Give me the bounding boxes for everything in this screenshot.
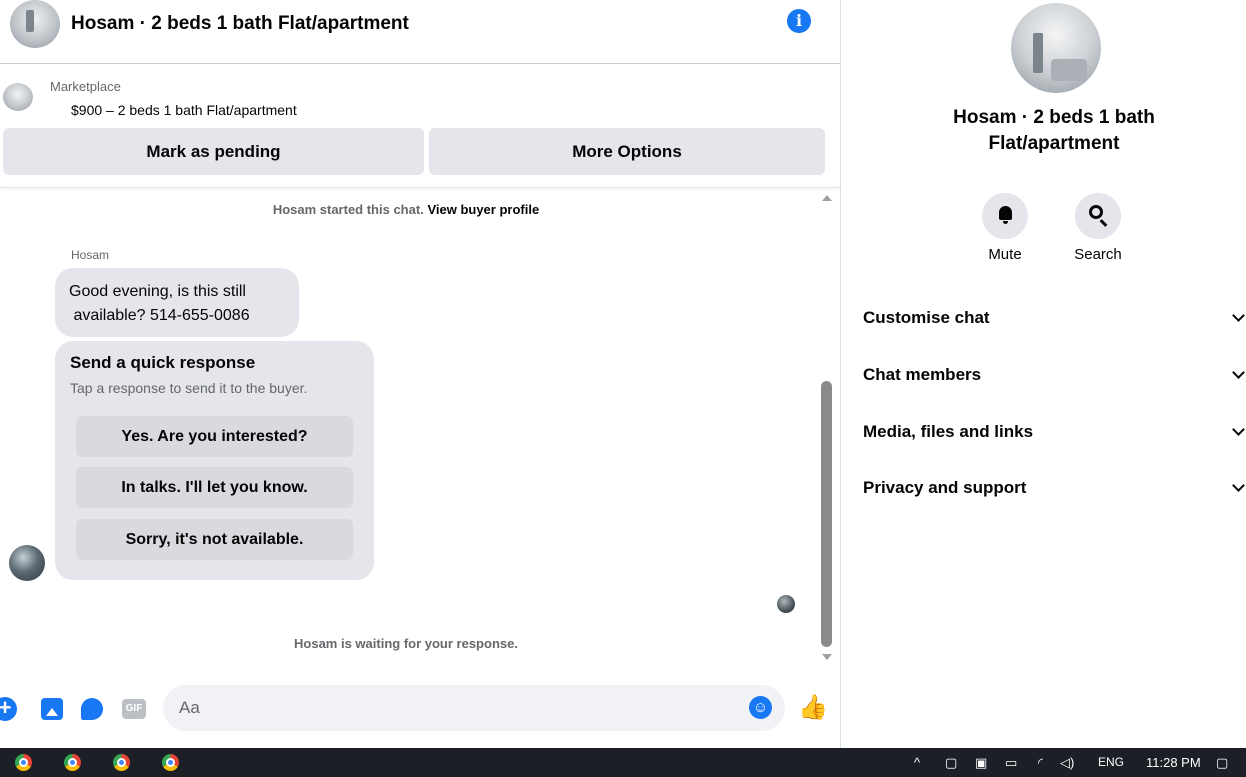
header-divider [0, 187, 840, 188]
message-input[interactable] [163, 685, 785, 731]
quick-response-interested[interactable]: Yes. Are you interested? [76, 416, 353, 457]
listing-price-title[interactable]: $900 – 2 beds 1 bath Flat/apartment [71, 102, 297, 118]
chrome-taskbar-icon[interactable] [162, 754, 179, 771]
chrome-taskbar-icon[interactable] [15, 754, 32, 771]
scroll-down-arrow[interactable] [822, 654, 832, 660]
section-label: Media, files and links [863, 422, 1034, 441]
buyer-avatar[interactable] [9, 545, 45, 581]
message-composer: + GIF ☺ 👍 [0, 684, 840, 736]
chat-header: Hosam · 2 beds 1 bath Flat/apartment i [0, 0, 840, 64]
seen-receipt-avatar [777, 595, 795, 613]
view-buyer-profile-link[interactable]: View buyer profile [427, 202, 539, 217]
quick-response-subtitle: Tap a response to send it to the buyer. [70, 380, 308, 396]
section-privacy-support[interactable]: Privacy and support [863, 468, 1245, 508]
quick-response-in-talks[interactable]: In talks. I'll let you know. [76, 467, 353, 508]
mute-label: Mute [988, 246, 1022, 263]
message-line-2: available? 514-655-0086 [69, 307, 250, 324]
clock[interactable]: 11:28 PM [1146, 754, 1201, 771]
quick-response-title: Send a quick response [70, 353, 256, 372]
notifications-icon[interactable]: ▢ [1216, 754, 1228, 771]
messenger-app: Hosam · 2 beds 1 bath Flat/apartment i M… [0, 0, 1246, 748]
chrome-taskbar-icon[interactable] [113, 754, 130, 771]
quick-response-not-available[interactable]: Sorry, it's not available. [76, 519, 353, 560]
chat-started-notice: Hosam started this chat. View buyer prof… [0, 202, 812, 217]
chevron-down-icon [1232, 423, 1245, 436]
message-line-1: Good evening, is this still [69, 283, 246, 300]
battery-icon[interactable]: ▭ [1005, 754, 1017, 771]
chat-title[interactable]: Hosam · 2 beds 1 bath Flat/apartment [71, 13, 409, 35]
section-label: Customise chat [863, 308, 990, 327]
windows-taskbar: ^ ▢ ▣ ▭ ◜ ◁) ENG 11:28 PM ▢ [0, 748, 1246, 777]
details-title: Hosam · 2 beds 1 bath Flat/apartment [953, 107, 1155, 154]
meet-now-icon[interactable]: ▢ [945, 754, 957, 771]
like-icon[interactable]: 👍 [798, 695, 828, 721]
chevron-down-icon [1232, 366, 1245, 379]
section-label: Chat members [863, 365, 982, 384]
app-tray-icon[interactable]: ▣ [975, 754, 987, 771]
mark-as-pending-button[interactable]: Mark as pending [3, 128, 424, 175]
chat-details-pane: Hosam · 2 beds 1 bath Flat/apartment Mut… [842, 0, 1246, 748]
search-button[interactable] [1075, 193, 1121, 239]
chrome-taskbar-icon[interactable] [64, 754, 81, 771]
message-bubble[interactable]: Good evening, is this still available? 5… [55, 268, 299, 337]
scrollbar-thumb[interactable] [821, 381, 832, 647]
sticker-icon[interactable] [81, 698, 103, 720]
quick-response-card: Send a quick response Tap a response to … [55, 341, 374, 580]
search-label: Search [1074, 246, 1122, 263]
photo-icon[interactable] [41, 698, 63, 720]
listing-avatar[interactable] [10, 0, 60, 48]
chevron-down-icon [1232, 479, 1245, 492]
chat-started-text: Hosam started this chat. [272, 202, 424, 217]
sender-name: Hosam [71, 248, 110, 262]
section-label: Privacy and support [863, 478, 1027, 497]
details-avatar[interactable] [1011, 3, 1101, 93]
section-chat-members[interactable]: Chat members [863, 355, 1245, 395]
info-icon[interactable]: i [787, 9, 811, 33]
waiting-notice: Hosam is waiting for your response. [294, 636, 518, 651]
more-options-button[interactable]: More Options [429, 128, 825, 175]
search-icon [1089, 205, 1103, 219]
show-hidden-icons-icon[interactable]: ^ [914, 754, 920, 771]
bell-icon [999, 206, 1012, 224]
chevron-down-icon [1232, 309, 1245, 322]
language-indicator[interactable]: ENG [1098, 754, 1124, 771]
emoji-icon[interactable]: ☺ [749, 696, 772, 719]
volume-icon[interactable]: ◁) [1060, 754, 1074, 771]
mute-button[interactable] [982, 193, 1028, 239]
marketplace-listing-thumbnail[interactable] [3, 83, 33, 111]
gif-icon[interactable]: GIF [122, 699, 146, 719]
section-media-files-links[interactable]: Media, files and links [863, 412, 1245, 452]
plus-icon[interactable]: + [0, 697, 17, 721]
scroll-up-arrow[interactable] [822, 195, 832, 201]
section-customise-chat[interactable]: Customise chat [863, 298, 1245, 338]
marketplace-label: Marketplace [50, 79, 121, 94]
chat-pane: Hosam · 2 beds 1 bath Flat/apartment i M… [0, 0, 841, 748]
wifi-icon[interactable]: ◜ [1038, 754, 1043, 771]
